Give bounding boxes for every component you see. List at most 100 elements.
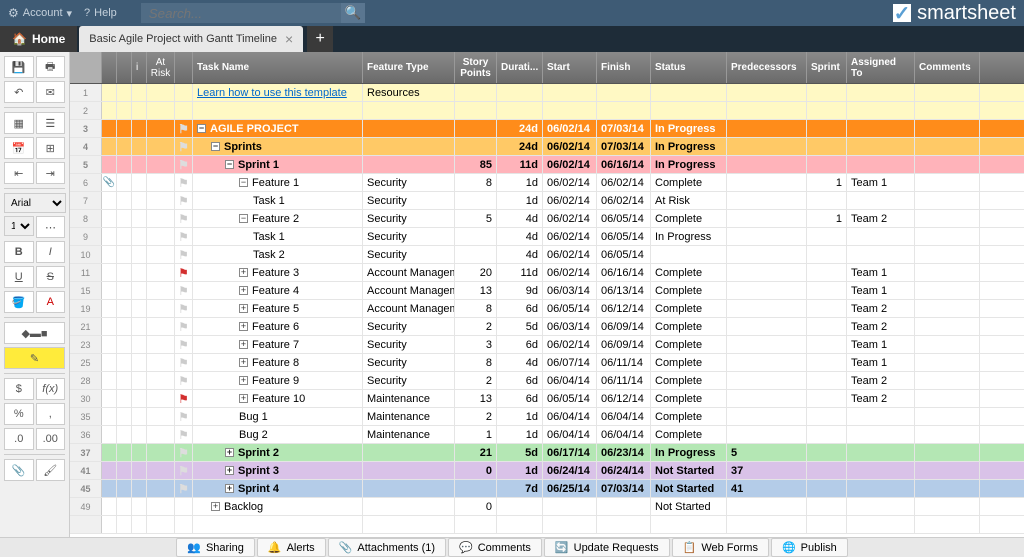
cell-predecessors[interactable] (727, 390, 807, 407)
cell-attach[interactable] (102, 120, 117, 137)
cell-info[interactable] (132, 462, 147, 479)
card-view-button[interactable]: ⊞ (36, 137, 66, 159)
cell-finish[interactable] (597, 102, 651, 119)
format-painter-button[interactable]: 🖌 (36, 459, 66, 481)
header-predecessors[interactable]: Predecessors (727, 52, 807, 83)
cell-attach[interactable] (102, 138, 117, 155)
cell-predecessors[interactable] (727, 120, 807, 137)
expand-toggle[interactable]: + (239, 268, 248, 277)
cell-feature[interactable]: Account Managemen (363, 264, 455, 281)
cell-predecessors[interactable] (727, 102, 807, 119)
undo-button[interactable]: ↶ (4, 81, 34, 103)
table-row[interactable]: 28⚑+Feature 9Security26d06/04/1406/11/14… (70, 372, 1024, 390)
cell-duration[interactable]: 1d (497, 174, 543, 191)
cell-atrisk[interactable] (147, 498, 175, 515)
cell-status[interactable] (651, 246, 727, 263)
cell-sprint[interactable] (807, 462, 847, 479)
cell-attach[interactable] (102, 354, 117, 371)
header-finish[interactable]: Finish (597, 52, 651, 83)
cell-sprint[interactable]: 1 (807, 210, 847, 227)
cell-duration[interactable]: 4d (497, 210, 543, 227)
link[interactable]: Learn how to use this template (197, 87, 347, 99)
cell-predecessors[interactable] (727, 516, 807, 533)
cell-task[interactable]: +Sprint 2 (193, 444, 363, 461)
cell-info[interactable] (132, 318, 147, 335)
cell-attach[interactable] (102, 480, 117, 497)
cell-feature[interactable]: Security (363, 192, 455, 209)
row-number[interactable] (70, 516, 102, 533)
cell-duration[interactable]: 6d (497, 300, 543, 317)
table-row[interactable]: 7⚑Task 1Security1d06/02/1406/02/14At Ris… (70, 192, 1024, 210)
cell-start[interactable]: 06/02/14 (543, 156, 597, 173)
cell-flag[interactable]: ⚑ (175, 444, 193, 461)
cell-comments[interactable] (915, 246, 980, 263)
header-attach[interactable] (102, 52, 117, 83)
cell-finish[interactable]: 06/12/14 (597, 390, 651, 407)
cell-assigned[interactable]: Team 1 (847, 336, 915, 353)
cell-sprint[interactable] (807, 336, 847, 353)
fill-color-button[interactable]: 🪣 (4, 291, 34, 313)
table-row[interactable]: 45⚑+Sprint 47d06/25/1407/03/14Not Starte… (70, 480, 1024, 498)
webforms-button[interactable]: 📋Web Forms (672, 538, 769, 557)
cell-attach[interactable] (102, 282, 117, 299)
cell-task[interactable]: Learn how to use this template (193, 84, 363, 101)
cell-task[interactable]: −Feature 2 (193, 210, 363, 227)
cell-start[interactable]: 06/04/14 (543, 408, 597, 425)
decimal-inc-button[interactable]: .00 (36, 428, 66, 450)
expand-toggle[interactable]: + (239, 376, 248, 385)
cell-task[interactable]: +Feature 6 (193, 318, 363, 335)
cell-finish[interactable]: 07/03/14 (597, 138, 651, 155)
cell-comment[interactable] (117, 282, 132, 299)
cell-status[interactable]: Complete (651, 372, 727, 389)
cell-info[interactable] (132, 228, 147, 245)
cell-feature[interactable]: Security (363, 318, 455, 335)
table-row[interactable] (70, 516, 1024, 534)
cell-feature[interactable] (363, 120, 455, 137)
cell-status[interactable]: Not Started (651, 462, 727, 479)
expand-toggle[interactable]: − (239, 214, 248, 223)
cell-feature[interactable]: Resources (363, 84, 455, 101)
cell-sprint[interactable] (807, 84, 847, 101)
cell-attach[interactable] (102, 462, 117, 479)
cell-status[interactable]: In Progress (651, 120, 727, 137)
cell-atrisk[interactable] (147, 444, 175, 461)
cell-assigned[interactable] (847, 102, 915, 119)
attachments-button[interactable]: 📎Attachments (1) (328, 538, 446, 557)
help-menu[interactable]: ? Help (84, 7, 117, 19)
cell-task[interactable]: −Feature 1 (193, 174, 363, 191)
cell-flag[interactable]: ⚑ (175, 138, 193, 155)
cell-status[interactable]: At Risk (651, 192, 727, 209)
cell-atrisk[interactable] (147, 156, 175, 173)
comma-button[interactable]: , (36, 403, 66, 425)
cell-status[interactable]: Complete (651, 336, 727, 353)
cell-comment[interactable] (117, 264, 132, 281)
cell-storypoints[interactable] (455, 480, 497, 497)
cell-finish[interactable]: 06/05/14 (597, 210, 651, 227)
cell-start[interactable]: 06/02/14 (543, 264, 597, 281)
cell-storypoints[interactable]: 2 (455, 408, 497, 425)
cell-comment[interactable] (117, 228, 132, 245)
save-button[interactable]: 💾 (4, 56, 34, 78)
cell-flag[interactable]: ⚑ (175, 192, 193, 209)
row-number[interactable]: 19 (70, 300, 102, 317)
cell-assigned[interactable]: Team 2 (847, 390, 915, 407)
cell-task[interactable] (193, 102, 363, 119)
cell-predecessors[interactable] (727, 192, 807, 209)
text-color-button[interactable]: A (36, 291, 66, 313)
cell-predecessors[interactable] (727, 426, 807, 443)
cell-finish[interactable] (597, 84, 651, 101)
cell-sprint[interactable] (807, 120, 847, 137)
header-atrisk[interactable]: At Risk (147, 52, 175, 83)
cell-atrisk[interactable] (147, 426, 175, 443)
italic-button[interactable]: I (36, 241, 66, 263)
cell-finish[interactable]: 06/16/14 (597, 156, 651, 173)
attach-button[interactable]: 📎 (4, 459, 34, 481)
sheet-tab[interactable]: Basic Agile Project with Gantt Timeline … (79, 26, 303, 52)
cell-task[interactable]: Task 1 (193, 228, 363, 245)
cell-comments[interactable] (915, 156, 980, 173)
underline-button[interactable]: U (4, 266, 34, 288)
cell-comments[interactable] (915, 300, 980, 317)
cell-attach[interactable] (102, 408, 117, 425)
cell-comments[interactable] (915, 498, 980, 515)
cell-flag[interactable] (175, 498, 193, 515)
